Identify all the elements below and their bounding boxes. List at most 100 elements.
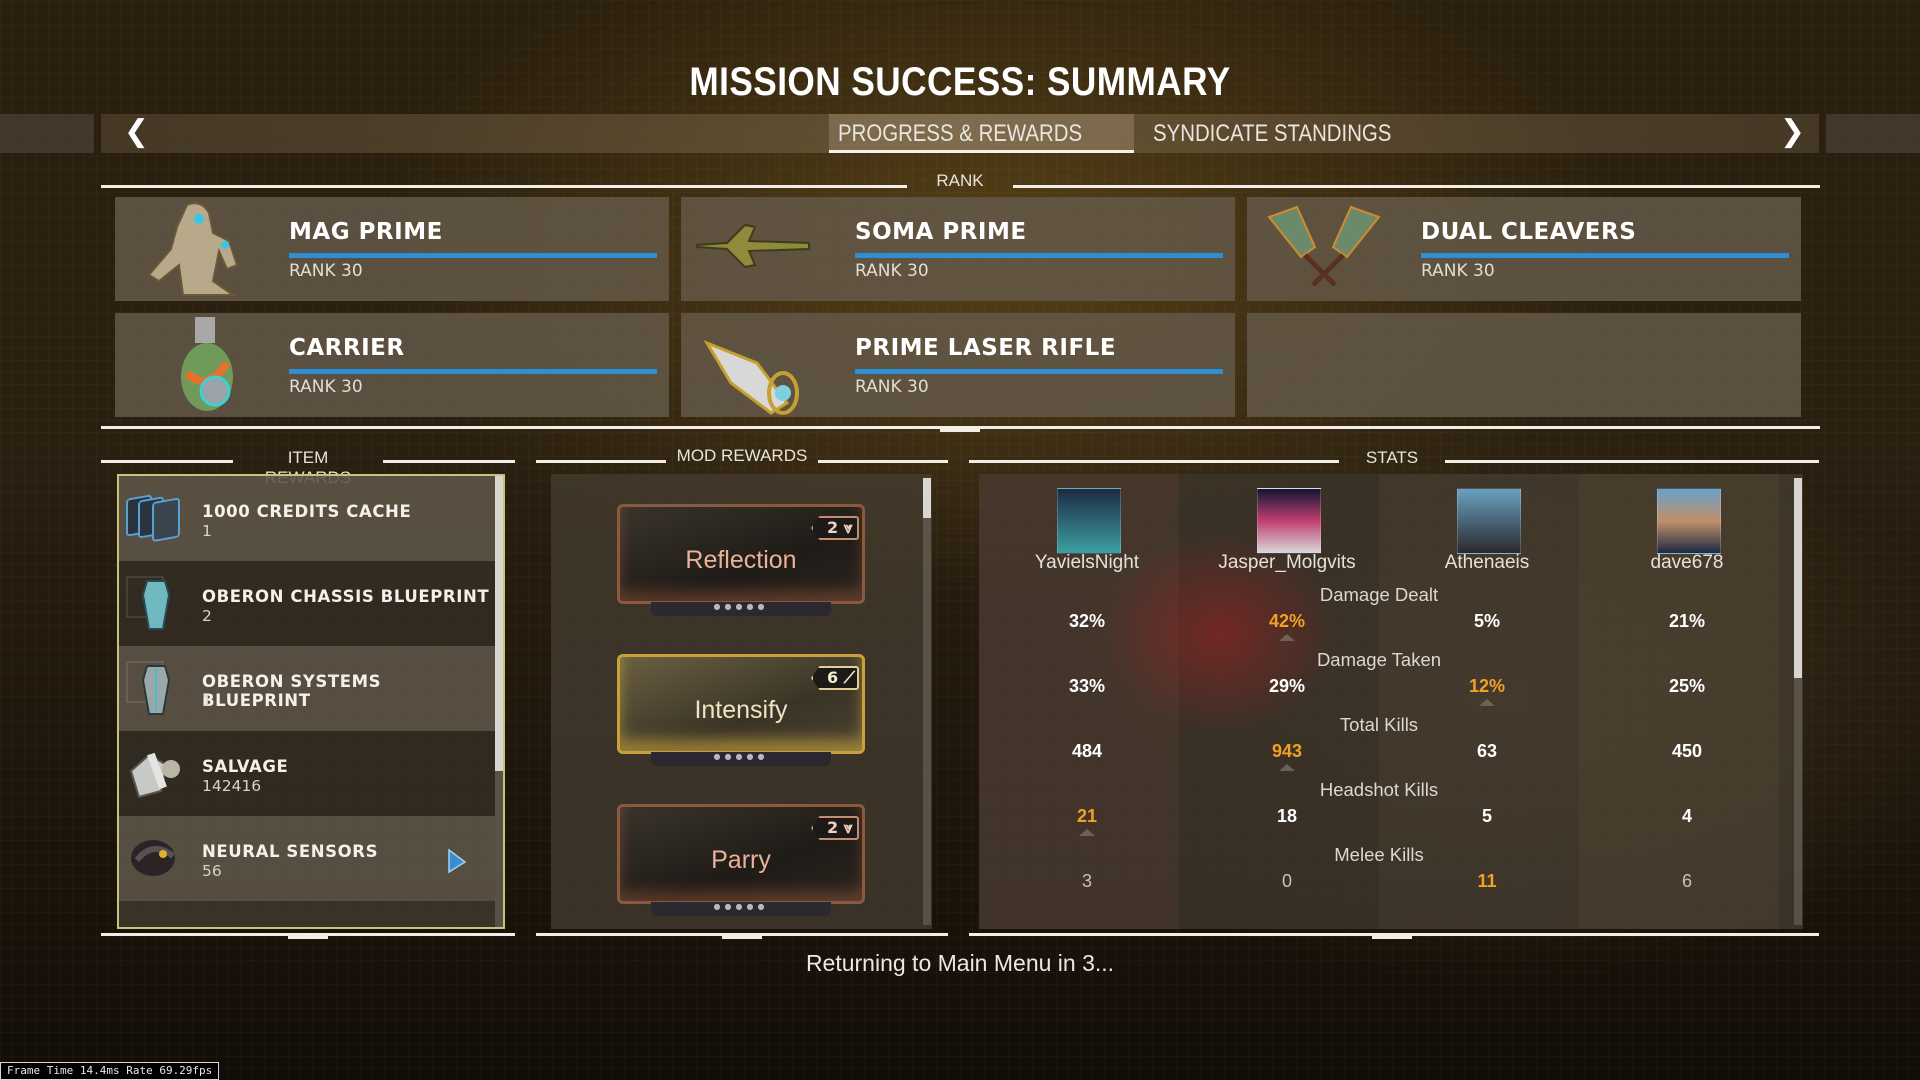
player-avatar[interactable] [1657, 488, 1721, 554]
rank-level: RANK 30 [289, 377, 363, 397]
stat-label: Headshot Kills [1319, 779, 1439, 800]
item-quantity: 56 [202, 862, 222, 880]
stat-value: 11 [1477, 871, 1497, 891]
stat-value: 63 [1476, 741, 1498, 761]
item-quantity: 1 [202, 692, 212, 710]
items-divider-right [383, 460, 515, 463]
mod-card[interactable]: ●●●●● Parry 2 ⩔ [617, 796, 865, 916]
rank-progress-bar [855, 369, 1223, 374]
mod-rewards-scrollbar[interactable] [923, 478, 931, 925]
list-item[interactable]: SALVAGE 142416 [119, 731, 495, 816]
chassis-blueprint-icon [125, 575, 187, 635]
stat-value: 5 [1481, 806, 1492, 826]
mod-rank-dots: ●●●●● [713, 602, 769, 611]
page-title: MISSION SUCCESS: SUMMARY [689, 60, 1231, 104]
list-item[interactable]: NEURAL SENSORS 56 [119, 816, 495, 901]
tab-progress-rewards[interactable]: PROGRESS & REWARDS [829, 114, 1135, 153]
neural-sensors-icon [125, 830, 187, 890]
rank-progress-bar [289, 253, 657, 258]
naramon-polarity-icon: ⩔ [838, 518, 853, 537]
credits-cache-icon [125, 490, 187, 550]
stat-value: 21% [1668, 611, 1706, 631]
rank-card: PRIME LASER RIFLE RANK 30 [681, 313, 1235, 417]
tab-bar-left-cap [0, 114, 94, 153]
rank-level: RANK 30 [1421, 261, 1495, 281]
list-item[interactable]: 1000 CREDITS CACHE 1 [119, 476, 495, 561]
mod-drain-badge: 2 ⩔ [811, 516, 859, 540]
countdown-text: Returning to Main Menu in 3... [805, 950, 1115, 976]
mod-drain-badge: 6 ⟋ [811, 666, 859, 690]
mod-name: Parry [711, 846, 771, 874]
player-name: dave678 [1650, 552, 1724, 573]
mod-drain-badge: 2 ⩔ [811, 816, 859, 840]
stat-label: Total Kills [1339, 714, 1419, 735]
list-item[interactable]: OBERON SYSTEMS BLUEPRINT 1 [119, 646, 495, 731]
rank-item-name: MAG PRIME [289, 219, 443, 245]
rank-card-empty [1247, 313, 1801, 417]
item-name: OBERON SYSTEMS BLUEPRINT [202, 672, 382, 710]
player-avatar[interactable] [1457, 488, 1521, 554]
tabs: PROGRESS & REWARDS SYNDICATE STANDINGS [829, 114, 1443, 153]
scrollbar-thumb[interactable] [495, 476, 503, 771]
stats-table: YavielsNight Jasper_Molgvits Athenaeis d… [979, 474, 1803, 929]
warframe-icon [127, 197, 257, 301]
naramon-polarity-icon: ⩔ [838, 818, 853, 837]
player-avatar[interactable] [1057, 488, 1121, 554]
scrollbar-thumb[interactable] [1794, 478, 1802, 678]
mod-drain-value: 2 [827, 518, 839, 537]
stat-value: 18 [1276, 806, 1298, 826]
rank-progress-fill [855, 369, 1223, 374]
fps-overlay: Frame Time 14.4ms Rate 69.29fps [0, 1062, 220, 1080]
tab-label: PROGRESS & REWARDS [838, 120, 1083, 147]
mod-rewards-list: ●●●●● Reflection 2 ⩔ ●●●●● Intensify 6 ⟋… [551, 474, 932, 929]
item-rewards-scrollbar[interactable] [495, 476, 503, 927]
chevron-left-icon[interactable]: ❮ [117, 114, 156, 153]
mod-card[interactable]: ●●●●● Reflection 2 ⩔ [617, 496, 865, 616]
list-item[interactable]: OBERON CHASSIS BLUEPRINT 2 [119, 561, 495, 646]
best-indicator-caret-icon [1279, 634, 1295, 641]
stat-value: 943 [1271, 741, 1303, 761]
stat-label: Damage Taken [1316, 649, 1442, 670]
stats-scrollbar[interactable] [1794, 478, 1802, 925]
rank-item-name: SOMA PRIME [855, 219, 1027, 245]
rank-progress-bar [855, 253, 1223, 258]
player-name: Jasper_Molgvits [1218, 552, 1356, 573]
stat-label: Damage Dealt [1319, 584, 1439, 605]
rifle-icon [693, 197, 823, 301]
stat-value: 29% [1268, 676, 1306, 696]
rank-divider-left [101, 185, 907, 188]
rank-level: RANK 30 [289, 261, 363, 281]
rank-progress-fill [855, 253, 1223, 258]
rank-item-name: PRIME LASER RIFLE [855, 335, 1117, 361]
cleavers-icon [1259, 197, 1389, 301]
sentinel-icon [127, 313, 257, 417]
stats-divider-left [969, 460, 1339, 463]
stat-value: 12% [1468, 676, 1506, 696]
rank-level: RANK 30 [855, 377, 929, 397]
chevron-right-icon[interactable]: ❯ [1773, 114, 1812, 153]
divider-tick [722, 935, 762, 939]
player-avatar[interactable] [1257, 488, 1321, 554]
madurai-polarity-icon: ⟋ [838, 668, 855, 687]
stat-value: 6 [1681, 871, 1692, 891]
tab-label: SYNDICATE STANDINGS [1153, 120, 1392, 147]
item-quantity: 2 [202, 607, 212, 625]
mod-rank-dots: ●●●●● [713, 752, 769, 761]
mod-drain-value: 2 [827, 818, 839, 837]
items-divider-left [101, 460, 233, 463]
stats-divider-right [1445, 460, 1819, 463]
systems-blueprint-icon [125, 660, 187, 720]
scrollbar-thumb[interactable] [923, 478, 931, 518]
mod-name: Intensify [694, 696, 788, 724]
item-name: 1000 CREDITS CACHE [202, 502, 412, 521]
item-quantity: 1 [202, 522, 212, 540]
stats-label: STATS [1365, 448, 1419, 467]
mods-divider-left [536, 460, 666, 463]
divider-tick [940, 428, 980, 432]
mods-divider-right [818, 460, 948, 463]
tab-syndicate-standings[interactable]: SYNDICATE STANDINGS [1144, 114, 1442, 153]
mod-card[interactable]: ●●●●● Intensify 6 ⟋ [617, 646, 865, 766]
stat-value: 21 [1076, 806, 1098, 826]
item-quantity: 142416 [202, 777, 262, 795]
tab-bar: ❮ PROGRESS & REWARDS SYNDICATE STANDINGS… [101, 114, 1819, 153]
